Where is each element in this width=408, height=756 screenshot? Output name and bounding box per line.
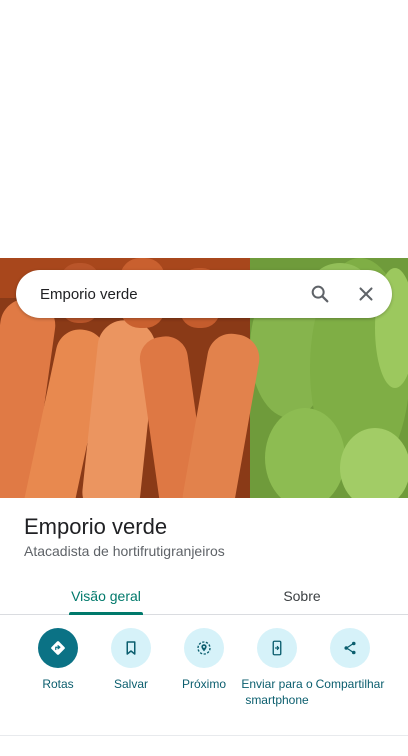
- tab-selected-indicator: [69, 612, 143, 615]
- send-to-phone-icon: [257, 628, 297, 668]
- share-button[interactable]: Compartilhar: [310, 628, 390, 692]
- close-icon[interactable]: [346, 274, 386, 314]
- directions-button[interactable]: Rotas: [18, 628, 98, 692]
- action-buttons: Rotas Salvar Próximo Enviar para o smart…: [0, 628, 408, 728]
- directions-label: Rotas: [42, 677, 74, 691]
- send-to-phone-button[interactable]: Enviar para o smartphone: [237, 628, 317, 708]
- send-to-phone-label: Enviar para o smartphone: [241, 677, 313, 707]
- tab-overview[interactable]: Visão geral: [52, 578, 160, 615]
- tab-about-label: Sobre: [283, 588, 321, 604]
- place-title: Emporio verde: [24, 514, 168, 539]
- save-button[interactable]: Salvar: [91, 628, 171, 692]
- place-page: Emporio verde Emporio verde Atacadista d…: [0, 0, 408, 756]
- tab-overview-label: Visão geral: [71, 588, 141, 604]
- search-icon[interactable]: [300, 274, 340, 314]
- map-area[interactable]: [0, 0, 408, 258]
- nearby-icon: [184, 628, 224, 668]
- search-input[interactable]: Emporio verde: [40, 286, 300, 303]
- save-label: Salvar: [113, 677, 148, 691]
- bookmark-icon: [111, 628, 151, 668]
- directions-icon: [38, 628, 78, 668]
- nearby-button[interactable]: Próximo: [164, 628, 244, 692]
- search-bar[interactable]: Emporio verde: [16, 270, 392, 318]
- share-icon: [330, 628, 370, 668]
- nearby-label: Próximo: [181, 677, 226, 691]
- tab-about[interactable]: Sobre: [248, 578, 356, 614]
- share-label: Compartilhar: [315, 677, 385, 691]
- place-category: Atacadista de hortifrutigranjeiros: [24, 543, 225, 559]
- place-tabs: Visão geral Sobre: [0, 578, 408, 615]
- divider: [0, 735, 408, 736]
